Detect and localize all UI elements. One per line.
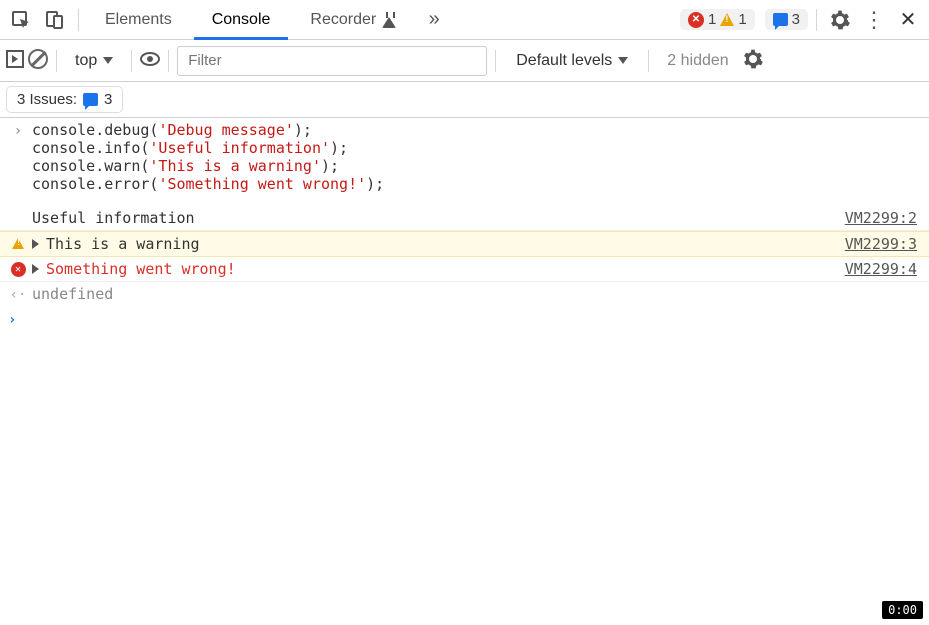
log-message: Useful information: [32, 209, 845, 227]
tab-label: Console: [212, 11, 271, 29]
caret-down-icon: [618, 57, 628, 64]
tab-elements[interactable]: Elements: [87, 0, 190, 40]
console-settings-icon[interactable]: [743, 49, 763, 72]
divider: [495, 50, 496, 72]
prompt-chevron-icon: ›: [8, 312, 16, 328]
warning-triangle-icon: [12, 238, 24, 249]
divider: [56, 50, 57, 72]
divider: [78, 9, 79, 31]
return-arrow-icon: ‹·: [10, 287, 27, 303]
context-label: top: [75, 52, 97, 70]
devtools-tabbar: Elements Console Recorder » 1 1 3 ⋮ ✕: [0, 0, 929, 40]
live-expression-icon[interactable]: [140, 52, 160, 69]
context-selector[interactable]: top: [65, 52, 123, 70]
log-row-error: Something went wrong! VM2299:4: [0, 257, 929, 282]
divider: [648, 50, 649, 72]
log-row-info: Useful information VM2299:2: [0, 206, 929, 231]
log-message: Something went wrong!: [46, 260, 845, 278]
prompt-row[interactable]: ›: [0, 306, 929, 334]
expand-caret[interactable]: [32, 260, 46, 274]
tab-console[interactable]: Console: [194, 0, 289, 40]
close-icon[interactable]: ✕: [893, 5, 923, 35]
divider: [168, 50, 169, 72]
error-count: 1: [708, 11, 716, 28]
inspect-icon[interactable]: [6, 5, 36, 35]
source-link[interactable]: VM2299:2: [845, 209, 919, 227]
timer-overlay: 0:00: [882, 601, 923, 619]
return-value: undefined: [32, 285, 919, 303]
tab-label: Elements: [105, 11, 172, 29]
tab-label: Recorder: [310, 11, 376, 29]
expand-caret[interactable]: [32, 235, 46, 249]
issues-pill[interactable]: 3 Issues: 3: [6, 86, 123, 113]
flask-icon: [382, 12, 397, 28]
source-link[interactable]: VM2299:4: [845, 260, 919, 278]
tab-recorder[interactable]: Recorder: [292, 0, 415, 40]
log-message: This is a warning: [46, 235, 845, 253]
issues-pill-count: 3: [104, 91, 112, 108]
input-row: › console.debug('Debug message'); consol…: [0, 118, 929, 196]
device-toggle-icon[interactable]: [40, 5, 70, 35]
error-warning-badge[interactable]: 1 1: [680, 9, 755, 30]
issues-bar: 3 Issues: 3: [0, 82, 929, 118]
issues-count: 3: [792, 11, 800, 28]
issues-chip-icon: [773, 13, 788, 26]
input-code: console.debug('Debug message'); console.…: [32, 121, 919, 193]
kebab-menu-icon[interactable]: ⋮: [859, 5, 889, 35]
settings-icon[interactable]: [825, 5, 855, 35]
source-link[interactable]: VM2299:3: [845, 235, 919, 253]
error-dot-icon: [11, 262, 26, 277]
clear-console-icon[interactable]: [28, 49, 48, 72]
more-tabs-icon[interactable]: »: [419, 5, 449, 35]
console-log: › console.debug('Debug message'); consol…: [0, 118, 929, 334]
caret-down-icon: [103, 57, 113, 64]
error-dot-icon: [688, 12, 704, 28]
return-row: ‹· undefined: [0, 282, 929, 306]
levels-label: Default levels: [516, 52, 612, 70]
divider: [131, 50, 132, 72]
issues-label: 3 Issues:: [17, 91, 77, 108]
log-levels-selector[interactable]: Default levels: [504, 52, 640, 70]
hidden-messages[interactable]: 2 hidden: [657, 52, 738, 70]
prompt-icon: ›: [14, 123, 22, 139]
sidebar-toggle-icon[interactable]: [6, 50, 24, 71]
warning-count: 1: [738, 11, 746, 28]
warning-triangle-icon: [720, 13, 734, 26]
issues-badge[interactable]: 3: [765, 9, 808, 30]
log-row-warning: This is a warning VM2299:3: [0, 231, 929, 257]
console-toolbar: top Default levels 2 hidden: [0, 40, 929, 82]
filter-input[interactable]: [177, 46, 487, 76]
issues-chip-icon: [83, 93, 98, 106]
divider: [816, 9, 817, 31]
